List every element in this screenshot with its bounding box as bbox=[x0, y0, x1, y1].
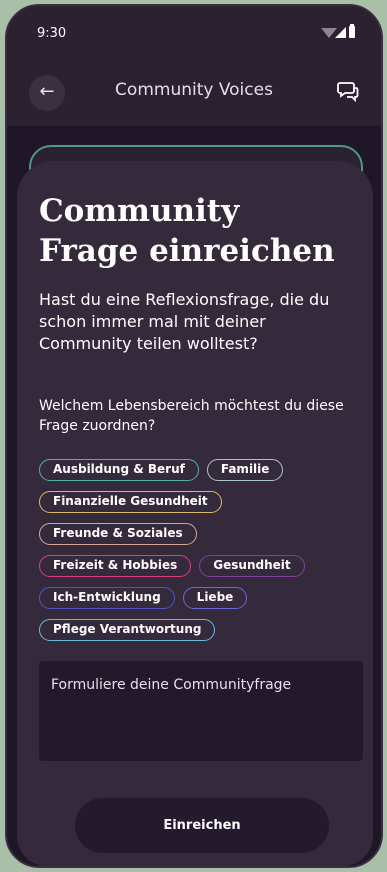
battery-icon bbox=[349, 24, 355, 38]
chip-ausbildung-beruf[interactable]: Ausbildung & Beruf bbox=[39, 459, 199, 481]
status-bar: 9:30 bbox=[7, 6, 381, 56]
question-input[interactable]: Formuliere deine Communityfrage bbox=[39, 661, 363, 761]
chip-familie[interactable]: Familie bbox=[206, 459, 284, 481]
status-icons bbox=[321, 24, 361, 40]
status-time: 9:30 bbox=[37, 26, 67, 41]
category-question: Welchem Lebensbereich möchtest du diese … bbox=[39, 398, 344, 434]
chip-freizeit-hobbies[interactable]: Freizeit & Hobbies bbox=[39, 555, 192, 577]
category-chips: Ausbildung & Beruf Familie Finanzielle G… bbox=[39, 459, 359, 651]
app-bar: ← Community Voices bbox=[7, 56, 381, 126]
chip-pflege-verantwortung[interactable]: Pflege Verantwortung bbox=[39, 619, 216, 641]
sheet-title-line2: Frage einreichen bbox=[39, 233, 335, 269]
submit-button[interactable]: Einreichen bbox=[75, 798, 329, 853]
signal-icon bbox=[335, 27, 346, 38]
chat-bubbles-icon[interactable] bbox=[337, 80, 359, 102]
chip-liebe[interactable]: Liebe bbox=[182, 587, 248, 609]
chip-gesundheit[interactable]: Gesundheit bbox=[199, 555, 305, 577]
submit-question-sheet: Community Frage einreichen Hast du eine … bbox=[17, 161, 373, 866]
chip-ich-entwicklung[interactable]: Ich-Entwicklung bbox=[39, 587, 175, 609]
phone-frame: 9:30 ← Community Voices Community Frage … bbox=[5, 4, 383, 868]
chip-finanzielle-gesundheit[interactable]: Finanzielle Gesundheit bbox=[39, 491, 222, 513]
sheet-title: Community Frage einreichen bbox=[39, 191, 359, 271]
sheet-subtitle: Hast du eine Reflexionsfrage, die du sch… bbox=[39, 290, 330, 353]
chip-freunde-soziales[interactable]: Freunde & Soziales bbox=[39, 523, 197, 545]
page-title: Community Voices bbox=[115, 80, 273, 100]
sheet-title-line1: Community bbox=[39, 193, 240, 229]
